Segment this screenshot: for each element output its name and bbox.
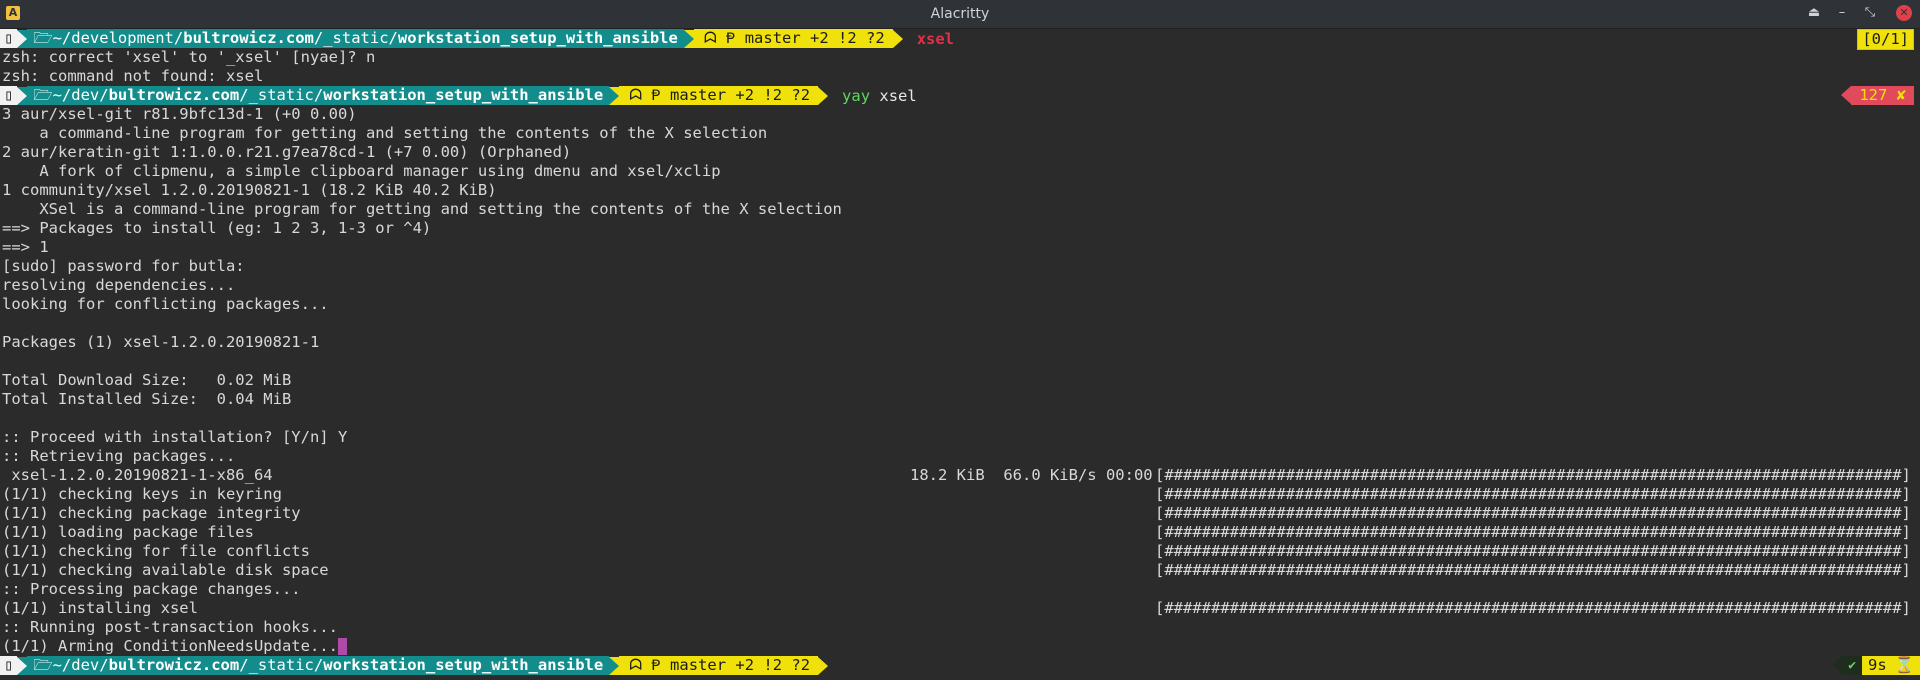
command-text: xsel [916,29,955,48]
git-status: ᗣ Ᵽ master +2 !2 ?2 [619,86,819,105]
progress-bar: [#######################################… [1155,485,1920,503]
command-arg: xsel [870,86,917,105]
git-icon: ᗣ Ᵽ [703,29,736,47]
close-button[interactable]: ✕ [1896,5,1912,21]
output-line: ==> 1 [2,238,49,256]
git-status: ᗣ Ᵽ master +2 !2 ?2 [619,656,819,675]
prompt-path: 🗁~/dev/bultrowicz.com/_static/workstatio… [27,86,610,105]
output-line: A fork of clipmenu, a simple clipboard m… [2,162,721,180]
progress-bar: [#######################################… [1155,542,1920,560]
progress-bar: [#######################################… [1155,599,1920,617]
output-line: (1/1) loading package files [2,523,254,541]
output-line: Total Installed Size: 0.04 MiB [2,390,292,408]
output-line: :: Running post-transaction hooks... [2,618,338,636]
output-line: (1/1) installing xsel [2,599,198,617]
output-line: xsel-1.2.0.20190821-1-x86_64 [2,466,273,484]
command-status-badge: ✔ 9s ⌛ [1832,656,1920,675]
output-line: :: Proceed with installation? [Y/n] Y [2,428,348,446]
output-line: 1 community/xsel 1.2.0.20190821-1 (18.2 … [2,181,497,199]
output-line: (1/1) Arming ConditionNeedsUpdate... [2,637,347,656]
output-line: ==> Packages to install (eg: 1 2 3, 1-3 … [2,219,432,237]
os-icon: ▯ [0,86,18,105]
prompt-line-3: ▯ 🗁~/dev/bultrowicz.com/_static/workstati… [0,656,829,675]
command-name: yay [842,86,871,105]
folder-icon: 🗁 [33,86,53,104]
output-line: looking for conflicting packages... [2,295,329,313]
prompt-path: 🗁~/dev/bultrowicz.com/_static/workstatio… [27,656,610,675]
success-check-icon: ✔ [1842,656,1863,675]
prompt-line-2: ▯ 🗁~/dev/bultrowicz.com/_static/workstati… [0,86,917,105]
output-line: Packages (1) xsel-1.2.0.20190821-1 [2,333,320,351]
output-line: (1/1) checking available disk space [2,561,329,579]
folder-icon: 🗁 [33,29,53,47]
window-title: Alacritty [930,6,990,22]
os-icon: ▯ [0,656,18,675]
window-titlebar: A Alacritty ⏏ – ⤡ ✕ [0,0,1920,29]
terminal-output[interactable]: ▯ 🗁~/development/bultrowicz.com/_static/w… [0,29,1920,680]
git-status: ᗣ Ᵽ master +2 !2 ?2 [693,29,893,48]
output-line: [sudo] password for butla: [2,257,245,275]
progress-bar: [#######################################… [1155,561,1920,579]
output-line: a command-line program for getting and s… [2,124,768,142]
exit-code-badge: 127 ✘ [1841,86,1914,105]
output-line: :: Retrieving packages... [2,447,236,465]
job-count-badge: [0/1] [1857,29,1914,50]
minimize-button[interactable]: – [1834,5,1850,21]
output-line: resolving dependencies... [2,276,236,294]
progress-bar: [#######################################… [1155,466,1920,484]
download-stats: 18.2 KiB 66.0 KiB/s 00:00 [910,466,1153,484]
output-line: XSel is a command-line program for getti… [2,200,842,218]
prompt-line-1: ▯ 🗁~/development/bultrowicz.com/_static/w… [0,29,954,48]
os-icon: ▯ [0,29,18,48]
output-line: :: Processing package changes... [2,580,301,598]
maximize-button[interactable]: ⤡ [1862,5,1878,21]
folder-icon: 🗁 [33,656,53,674]
output-line: zsh: command not found: xsel [2,67,264,85]
output-line: zsh: correct 'xsel' to '_xsel' [nyae]? n [2,48,376,66]
terminal-cursor [337,638,347,655]
output-line: 2 aur/keratin-git 1:1.0.0.r21.g7ea78cd-1… [2,143,572,161]
output-line: (1/1) checking for file conflicts [2,542,310,560]
prompt-path: 🗁~/development/bultrowicz.com/_static/wo… [27,29,684,48]
hourglass-icon: ⌛ [1892,656,1920,675]
duration-text: 9s [1862,656,1893,675]
keep-above-icon[interactable]: ⏏ [1806,5,1822,21]
output-line: (1/1) checking package integrity [2,504,301,522]
progress-bar: [#######################################… [1155,504,1920,522]
output-line: 3 aur/xsel-git r81.9bfc13d-1 (+0 0.00) [2,105,357,123]
git-icon: ᗣ Ᵽ [629,656,661,674]
git-icon: ᗣ Ᵽ [629,86,661,104]
output-line: Total Download Size: 0.02 MiB [2,371,292,389]
progress-bar: [#######################################… [1155,523,1920,541]
output-line: (1/1) checking keys in keyring [2,485,282,503]
